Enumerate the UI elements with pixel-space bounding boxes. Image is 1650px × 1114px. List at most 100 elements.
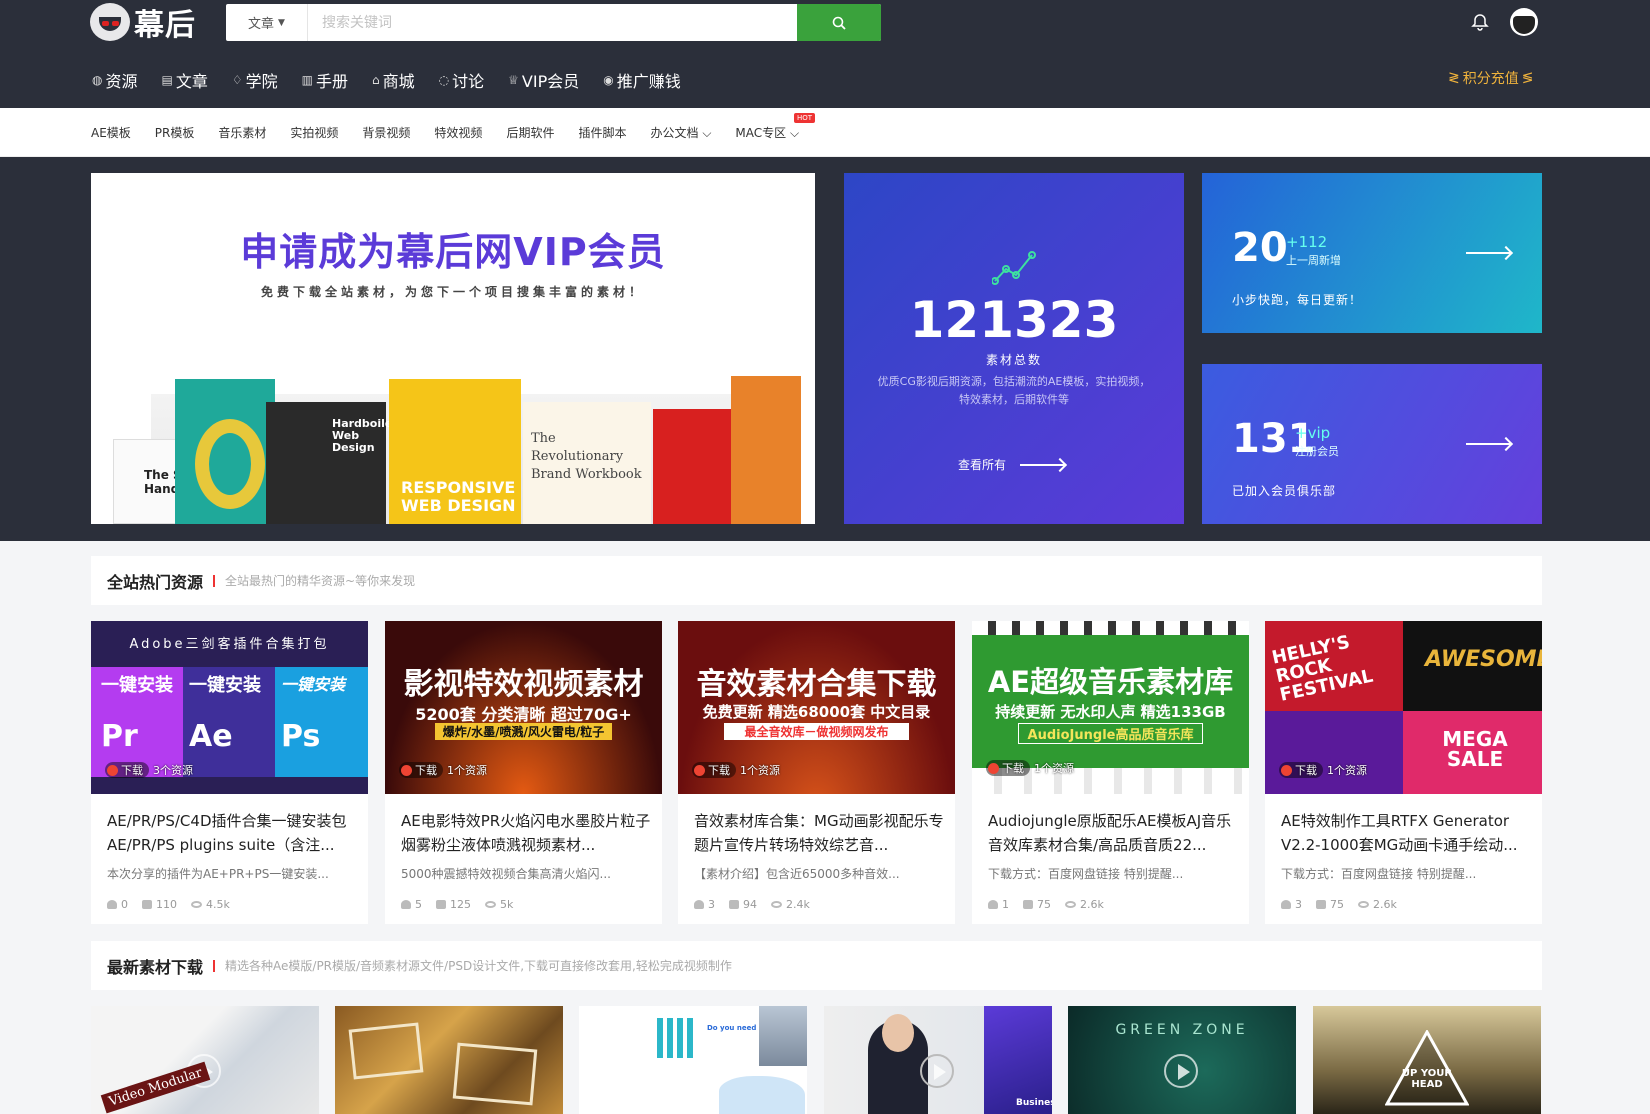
weekly-delta: +112 — [1286, 233, 1328, 251]
nav-label: 资源 — [105, 72, 138, 91]
topup-button[interactable]: ≷ 积分充值 ≶ — [1448, 68, 1533, 88]
subnav-item[interactable]: 插件脚本 — [578, 124, 626, 141]
download-icon — [694, 764, 705, 776]
subnav-item[interactable]: 实拍视频 — [290, 124, 338, 141]
new-resource-card[interactable]: UP YOUR HEAD — [1313, 1006, 1541, 1114]
shop-icon: ⌂ — [372, 73, 380, 87]
card-meta: 5 125 5k — [401, 898, 513, 911]
stat-weekly-card[interactable]: 20 +112 上一周新增 小步快跑，每日更新！ — [1202, 173, 1542, 333]
search-category-select[interactable]: 文章 ▼ — [226, 4, 308, 41]
view-all-link[interactable]: 查看所有 — [958, 456, 1065, 473]
subnav-item-mac[interactable]: MAC专区 ⌵ HOT — [735, 113, 816, 141]
nav-label: 文章 — [175, 72, 208, 91]
new-resource-card[interactable] — [335, 1006, 563, 1114]
search-button[interactable] — [797, 4, 881, 41]
nav-item-resources[interactable]: ◍ 资源 — [92, 68, 138, 92]
eye-icon — [485, 901, 496, 908]
stat-total-card[interactable]: 121323 素材总数 优质CG影视后期资源，包括潮流的AE模板，实拍视频，特效… — [844, 173, 1184, 524]
views-stat: 4.5k — [191, 898, 230, 911]
eye-icon — [191, 901, 202, 908]
book-title: RESPONSIVE WEB DESIGN — [401, 478, 516, 515]
card-thumbnail[interactable]: HELLY'S ROCK FESTIVAL AWESOME MEGA SALE … — [1265, 621, 1542, 794]
card-meta: 3 75 2.6k — [1281, 898, 1397, 911]
comments-count: 75 — [1037, 898, 1051, 911]
thumb-title: AE超级音乐素材库 — [987, 665, 1234, 699]
card-thumbnail[interactable]: Adobe三剑客插件合集打包 一键安装 Pr 一键安装 Ae 一键安装 Ps 下载 3个… — [91, 621, 368, 794]
resource-count: 3个资源 — [153, 764, 193, 777]
hot-badge: HOT — [794, 113, 816, 123]
user-avatar[interactable] — [1510, 8, 1538, 36]
thumb-line: MEGA SALE — [1442, 727, 1508, 771]
subnav-item[interactable]: PR模板 — [155, 124, 195, 141]
resource-card[interactable]: AE超级音乐素材库 持续更新 无水印人声 精选133GB AudioJungle… — [972, 621, 1249, 924]
nav-item-articles[interactable]: ▤ 文章 — [162, 68, 208, 92]
download-label: 下载 — [415, 764, 437, 777]
nav-item-manual[interactable]: ▥ 手册 — [302, 68, 348, 92]
subnav-item[interactable]: AE模板 — [91, 124, 131, 141]
thumb-title: 音效素材合集下载 — [696, 667, 937, 702]
nav-item-shop[interactable]: ⌂ 商城 — [372, 68, 415, 92]
weekly-number: 20 — [1232, 225, 1288, 271]
nav-item-promote[interactable]: ◉ 推广赚钱 — [603, 68, 681, 92]
subnav-item[interactable]: 音乐素材 — [218, 124, 266, 141]
card-caption: GREEN ZONE — [1115, 1022, 1249, 1038]
card-thumbnail[interactable]: AE超级音乐素材库 持续更新 无水印人声 精选133GB AudioJungle… — [972, 621, 1249, 794]
vip-banner[interactable]: 申请成为幕后网VIP会员 免费下载全站素材，为您下一个项目搜集丰富的素材！ Th… — [91, 173, 815, 524]
top-header: 幕后 文章 ▼ ◍资源 ▤文章 ♢学院 ▥手册 ⌂商城 ◌讨论 ♕VIP会员 ◉… — [0, 0, 1650, 108]
download-icon — [107, 764, 118, 776]
nav-item-discuss[interactable]: ◌ 讨论 — [439, 68, 485, 92]
subnav-item[interactable]: 背景视频 — [362, 124, 410, 141]
thumb-strip — [972, 621, 1249, 635]
chevron-down-icon: ⌵ — [702, 126, 712, 140]
card-title[interactable]: AE电影特效PR火焰闪电水墨胶片粒子烟雾粉尘液体喷溅视频素材... — [401, 809, 651, 857]
chart-bars-thumb — [657, 1018, 713, 1058]
thumb-line: 免费更新 精选68000套 中文目录 — [702, 703, 931, 721]
card-thumbnail[interactable]: 音效素材合集下载 免费更新 精选68000套 中文目录 最全音效库－做视频网发布… — [678, 621, 955, 794]
card-title[interactable]: Audiojungle原版配乐AE模板AJ音乐音效库素材合集/高品质音质22..… — [988, 809, 1238, 857]
likes-stat: 1 — [988, 898, 1009, 911]
card-excerpt: 5000种震撼特效视频合集高清火焰闪... — [401, 867, 611, 881]
view-all-label: 查看所有 — [958, 458, 1007, 472]
new-resource-card[interactable]: Business — [824, 1006, 1052, 1114]
views-stat: 2.4k — [771, 898, 810, 911]
crown-icon: ♕ — [508, 73, 519, 87]
new-resource-card[interactable]: GREEN ZONE — [1068, 1006, 1296, 1114]
new-resource-card[interactable]: Do you need — [579, 1006, 807, 1114]
card-title[interactable]: AE特效制作工具RTFX Generator V2.2-1000套MG动画卡通手… — [1281, 809, 1531, 857]
card-caption: Do you need — [707, 1024, 757, 1032]
card-thumbnail[interactable]: 影视特效视频素材 5200套 分类清晰 超过70G+ 爆炸/水墨/喷溅/风火雷电… — [385, 621, 662, 794]
subnav-item-office[interactable]: 办公文档 ⌵ — [650, 124, 711, 141]
card-title[interactable]: 音效素材库合集：MG动画影视配乐专题片宣传片转场特效综艺音... — [694, 809, 944, 857]
logo-mascot-icon — [90, 3, 130, 41]
stat-members-card[interactable]: 131 +vip 注册会员 已加入会员俱乐部 — [1202, 364, 1542, 524]
members-delta-label: 注册会员 — [1295, 445, 1339, 458]
thumb-badge: 一键安装 — [189, 675, 261, 696]
resource-card[interactable]: 音效素材合集下载 免费更新 精选68000套 中文目录 最全音效库－做视频网发布… — [678, 621, 955, 924]
search-input[interactable] — [308, 4, 797, 41]
site-logo[interactable]: 幕后 — [90, 2, 196, 43]
heart-icon — [1281, 900, 1291, 909]
likes-count: 5 — [415, 898, 422, 911]
new-resource-card[interactable]: Video Modular — [91, 1006, 319, 1114]
thumb-panel: 一键安装 Pr — [91, 667, 183, 777]
card-caption: Business — [1016, 1098, 1052, 1108]
nav-item-academy[interactable]: ♢ 学院 — [232, 68, 278, 92]
comments-count: 75 — [1330, 898, 1344, 911]
download-pill: 下载 — [399, 762, 443, 778]
nav-item-vip[interactable]: ♕ VIP会员 — [508, 68, 579, 92]
photo-frame — [348, 1022, 424, 1080]
bell-icon[interactable] — [1470, 12, 1490, 32]
subnav-item[interactable]: 特效视频 — [434, 124, 482, 141]
resource-card[interactable]: Adobe三剑客插件合集打包 一键安装 Pr 一键安装 Ae 一键安装 Ps 下载 3个… — [91, 621, 368, 924]
book-cover — [175, 379, 275, 524]
eye-icon — [1065, 901, 1076, 908]
likes-stat: 3 — [694, 898, 715, 911]
money-icon: ◉ — [603, 73, 614, 87]
card-meta: 3 94 2.4k — [694, 898, 810, 911]
resource-card[interactable]: HELLY'S ROCK FESTIVAL AWESOME MEGA SALE … — [1265, 621, 1542, 924]
thumb-line: 最全音效库－做视频网发布 — [724, 723, 909, 740]
subnav-item[interactable]: 后期软件 — [506, 124, 554, 141]
resource-card[interactable]: 影视特效视频素材 5200套 分类清晰 超过70G+ 爆炸/水墨/喷溅/风火雷电… — [385, 621, 662, 924]
card-title[interactable]: AE/PR/PS/C4D插件合集一键安装包 AE/PR/PS plugins s… — [107, 809, 357, 857]
book-title: The Revolutionary Brand Workbook — [531, 431, 642, 482]
